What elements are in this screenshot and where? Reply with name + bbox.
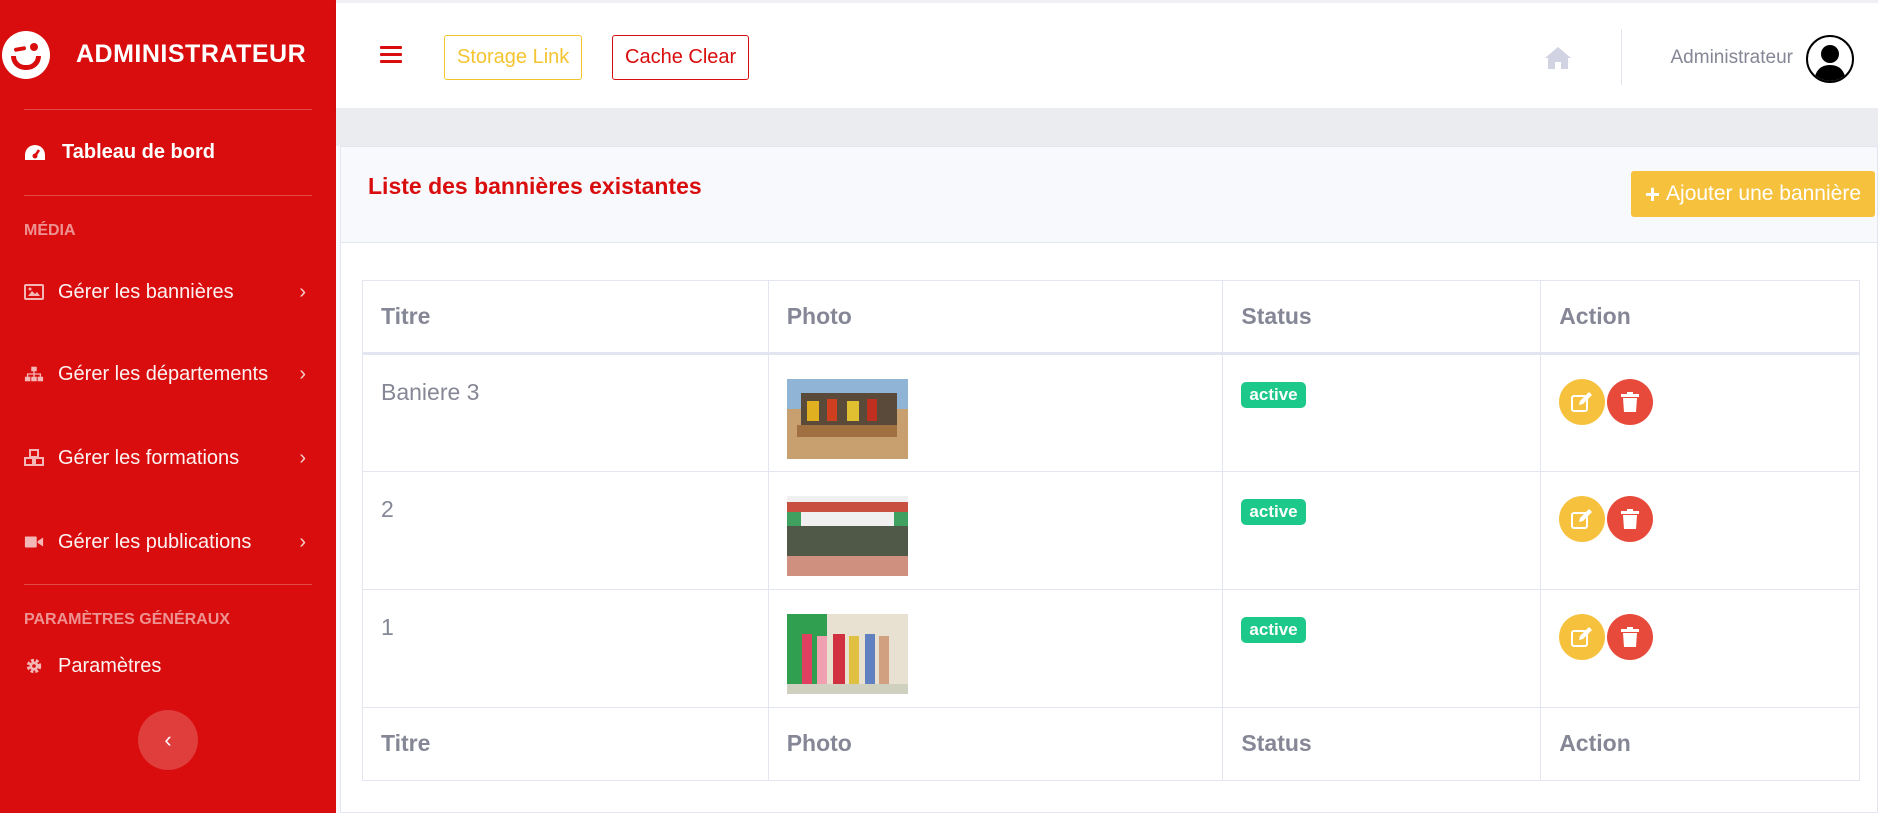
sidebar-divider (24, 584, 312, 585)
cell-photo (767, 589, 1224, 708)
topbar: Storage Link Cache Clear Administrateur (336, 0, 1878, 108)
edit-button[interactable] (1559, 614, 1606, 660)
sidebar-divider (24, 195, 312, 196)
cell-photo (767, 353, 1224, 472)
cell-status: active (1222, 471, 1542, 590)
topbar-divider (1621, 29, 1622, 85)
banner-photo (786, 496, 908, 576)
image-icon (24, 284, 44, 300)
status-badge: active (1241, 382, 1306, 408)
edit-button[interactable] (1559, 379, 1606, 425)
cell-titre: 1 (362, 589, 769, 708)
table-footer-row: Titre Photo Status Action (362, 707, 1860, 781)
section-heading-media: MÉDIA (24, 222, 76, 239)
chevron-right-icon: › (299, 280, 306, 303)
delete-button[interactable] (1607, 379, 1654, 425)
sidebar: ADMINISTRATEUR Tableau de bord MÉDIA Gér… (0, 0, 336, 813)
sidebar-item-label: Gérer les bannières (58, 280, 234, 303)
status-badge: active (1241, 499, 1306, 525)
cubes-icon (24, 449, 44, 466)
edit-button[interactable] (1559, 496, 1606, 542)
column-header-photo[interactable]: Photo (767, 280, 1224, 355)
hamburger-menu-icon[interactable] (380, 46, 402, 63)
home-icon[interactable] (1544, 45, 1572, 71)
sidebar-brand[interactable]: ADMINISTRATEUR (0, 0, 336, 109)
banner-photo (786, 379, 908, 459)
column-footer-photo: Photo (767, 707, 1224, 781)
column-header-status[interactable]: Status (1222, 280, 1542, 355)
add-banner-label: Ajouter une bannière (1666, 182, 1861, 205)
chevron-right-icon: › (299, 362, 306, 385)
storage-link-button[interactable]: Storage Link (444, 35, 583, 80)
sidebar-item-bannieres[interactable]: Gérer les bannières › (0, 252, 336, 332)
table-row: 1 active (362, 589, 1860, 708)
column-header-titre[interactable]: Titre (362, 280, 769, 355)
table-header-row: Titre Photo Status Action (362, 280, 1860, 355)
sidebar-item-publications[interactable]: Gérer les publications › (0, 500, 336, 584)
sidebar-item-departements[interactable]: Gérer les départements › (0, 332, 336, 416)
card-title: Liste des bannières existantes (368, 173, 702, 199)
trash-icon (1621, 627, 1640, 647)
sidebar-item-formations[interactable]: Gérer les formations › (0, 416, 336, 500)
brand-text: ADMINISTRATEUR (76, 40, 307, 68)
user-name[interactable]: Administrateur (1671, 47, 1794, 69)
column-footer-action: Action (1540, 707, 1860, 781)
cell-action (1540, 471, 1860, 590)
chevron-left-icon: ‹ (164, 727, 172, 752)
status-badge: active (1241, 617, 1306, 643)
main-content: Liste des bannières existantes + Ajouter… (336, 108, 1878, 813)
sidebar-toggle-button[interactable]: ‹ (138, 710, 198, 770)
section-heading-settings: PARAMÈTRES GÉNÉRAUX (24, 611, 230, 628)
cell-status: active (1222, 353, 1542, 472)
gear-icon (26, 658, 42, 674)
chevron-right-icon: › (299, 530, 306, 553)
cell-photo (767, 471, 1224, 590)
tachometer-icon (25, 144, 45, 160)
edit-icon (1571, 509, 1593, 529)
edit-icon (1571, 627, 1593, 647)
column-footer-status: Status (1222, 707, 1542, 781)
banner-photo (786, 614, 908, 694)
banners-table: Titre Photo Status Action Baniere 3 acti… (362, 280, 1860, 781)
plus-icon: + (1644, 178, 1661, 209)
user-avatar[interactable] (1806, 35, 1854, 83)
sidebar-item-parametres[interactable]: Paramètres (0, 641, 336, 691)
table-row: 2 active (362, 471, 1860, 590)
cell-action (1540, 353, 1860, 472)
sidebar-item-label: Gérer les formations (58, 446, 240, 469)
user-silhouette-icon (1814, 45, 1846, 81)
column-header-action[interactable]: Action (1540, 280, 1860, 355)
sidebar-item-label: Gérer les publications (58, 530, 252, 553)
add-banner-button[interactable]: + Ajouter une bannière (1630, 171, 1875, 217)
delete-button[interactable] (1607, 496, 1654, 542)
smiley-logo-icon (2, 30, 50, 79)
trash-icon (1621, 509, 1640, 529)
column-footer-titre: Titre (362, 707, 769, 781)
content-band (336, 108, 1878, 146)
edit-icon (1571, 392, 1593, 412)
card-header: Liste des bannières existantes + Ajouter… (341, 147, 1877, 243)
trash-icon (1621, 392, 1640, 412)
cell-action (1540, 589, 1860, 708)
sidebar-item-label: Tableau de bord (62, 141, 215, 163)
sidebar-item-dashboard[interactable]: Tableau de bord (0, 110, 336, 195)
delete-button[interactable] (1607, 614, 1654, 660)
cache-clear-button[interactable]: Cache Clear (612, 35, 750, 80)
cell-titre: 2 (362, 471, 769, 590)
cell-titre: Baniere 3 (362, 353, 769, 472)
table-row: Baniere 3 active (362, 353, 1860, 472)
video-icon (24, 536, 44, 548)
sitemap-icon (24, 366, 44, 382)
sidebar-item-label: Paramètres (58, 654, 162, 677)
sidebar-item-label: Gérer les départements (58, 362, 269, 385)
chevron-right-icon: › (299, 446, 306, 469)
cell-status: active (1222, 589, 1542, 708)
